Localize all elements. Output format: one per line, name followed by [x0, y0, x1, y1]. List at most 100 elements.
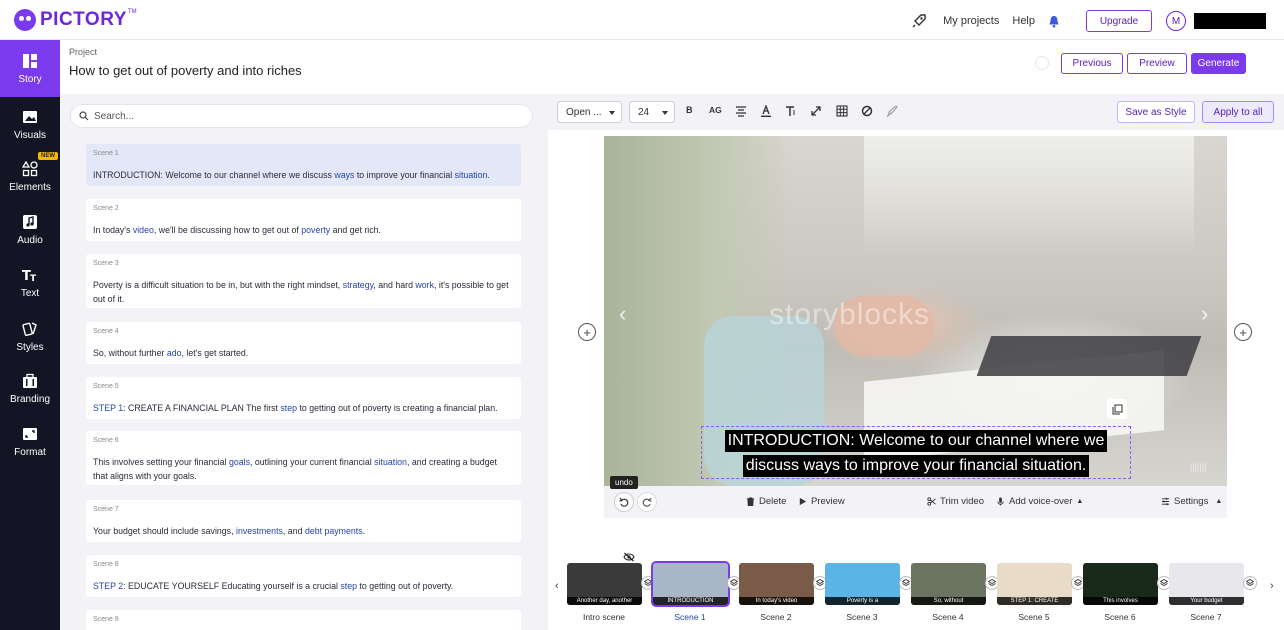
scene-text-segment: Your budget should include savings, — [93, 526, 236, 536]
font-family-select[interactable]: Open ... — [557, 101, 622, 123]
timeline-thumbnail[interactable]: This involves — [1083, 563, 1158, 605]
sidebar-item-label: Branding — [9, 394, 51, 405]
timeline-label[interactable]: Scene 3 — [822, 612, 902, 622]
timeline-thumbnail[interactable]: STEP 1: CREATE — [997, 563, 1072, 605]
search-input[interactable] — [94, 110, 514, 122]
next-scene-arrow-icon[interactable]: › — [1201, 301, 1208, 327]
copy-icon[interactable] — [1107, 399, 1127, 419]
scene-card[interactable]: Scene 1 INTRODUCTION: Welcome to our chan… — [86, 144, 521, 186]
align-center-icon[interactable] — [735, 105, 747, 117]
timeline-thumbnail[interactable]: In today's video — [739, 563, 814, 605]
timeline-label[interactable]: Scene 4 — [908, 612, 988, 622]
scene-text[interactable]: STEP 2: EDUCATE YOURSELF Educating yours… — [93, 579, 513, 593]
add-scene-after-button[interactable]: + — [1234, 323, 1252, 341]
timeline-left-arrow-icon[interactable]: ‹ — [555, 580, 559, 592]
scene-number: Scene 9 — [93, 616, 119, 623]
scene-text[interactable]: In today's video, we'll be discussing ho… — [93, 223, 513, 237]
text-color-icon[interactable] — [760, 105, 772, 117]
effects-icon[interactable] — [861, 105, 873, 117]
scene-card[interactable]: Scene 7 Your budget should include saving… — [86, 500, 521, 542]
generate-button[interactable]: Generate — [1191, 53, 1246, 74]
scene-card[interactable]: Scene 5 STEP 1: CREATE A FINANCIAL PLAN T… — [86, 377, 521, 419]
project-title[interactable]: How to get out of poverty and into riche… — [69, 63, 302, 78]
avatar[interactable]: M — [1166, 11, 1186, 31]
bell-icon[interactable] — [1048, 15, 1060, 28]
timeline-thumbnail[interactable]: Another day, another — [567, 563, 642, 605]
bold-button[interactable]: B — [686, 105, 693, 115]
font-size-value: 24 — [638, 106, 650, 118]
scene-text[interactable]: STEP 1: CREATE A FINANCIAL PLAN The firs… — [93, 401, 513, 415]
timeline-right-arrow-icon[interactable]: › — [1270, 580, 1274, 592]
scene-text[interactable]: INTRODUCTION: Welcome to our channel whe… — [93, 168, 513, 182]
previous-button[interactable]: Previous — [1061, 53, 1123, 74]
add-voice-over-button[interactable]: Add voice-over ▲ — [996, 496, 1083, 507]
sidebar-item-branding[interactable]: Branding — [0, 364, 60, 414]
editor-area: Open ... 24 B AG Save as Style Apply to … — [548, 94, 1284, 630]
timeline-thumbnail[interactable]: Poverty is a — [825, 563, 900, 605]
video-preview[interactable]: storyblocks ‹ › INTRODUCTION: Welcome to… — [604, 136, 1227, 486]
scene-text[interactable]: Your budget should include savings, inve… — [93, 524, 513, 538]
brush-icon[interactable] — [886, 105, 898, 117]
scene-card[interactable]: Scene 8 STEP 2: EDUCATE YOURSELF Educatin… — [86, 555, 521, 597]
preview-scene-button[interactable]: Preview — [798, 496, 845, 507]
preview-label: Preview — [811, 496, 845, 507]
resize-icon[interactable] — [810, 105, 822, 117]
preview-button[interactable]: Preview — [1127, 53, 1187, 74]
save-as-style-button[interactable]: Save as Style — [1117, 101, 1195, 123]
timeline-label[interactable]: Scene 2 — [736, 612, 816, 622]
text-style-icon[interactable] — [785, 105, 797, 117]
sidebar-item-story[interactable]: Story — [0, 40, 60, 97]
timeline-label[interactable]: Scene 6 — [1080, 612, 1160, 622]
video-background — [976, 336, 1202, 376]
sidebar-item-text[interactable]: TT Text — [0, 258, 60, 308]
thumbnail-caption: In today's video — [739, 597, 814, 605]
font-size-select[interactable]: 24 — [629, 101, 675, 123]
timeline-thumbnail[interactable]: INTRODUCTION — [651, 561, 730, 607]
scene-number: Scene 5 — [93, 383, 119, 390]
timeline-label[interactable]: Intro scene — [564, 612, 644, 622]
rocket-icon[interactable] — [911, 13, 927, 29]
my-projects-link[interactable]: My projects — [943, 15, 999, 27]
timeline-label[interactable]: Scene 1 — [650, 612, 730, 622]
upgrade-button[interactable]: Upgrade — [1086, 10, 1152, 32]
scene-card[interactable]: Scene 3 Poverty is a difficult situation … — [86, 254, 521, 308]
redo-button[interactable] — [637, 492, 657, 512]
timeline-label[interactable]: Scene 5 — [994, 612, 1074, 622]
sidebar-item-format[interactable]: Format — [0, 417, 60, 467]
scene-card[interactable]: Scene 4 So, without further ado, let's ge… — [86, 322, 521, 364]
project-label: Project — [69, 47, 98, 57]
prev-scene-arrow-icon[interactable]: ‹ — [619, 301, 626, 327]
timeline-thumbnail[interactable]: So, without — [911, 563, 986, 605]
scene-number: Scene 7 — [93, 506, 119, 513]
sidebar-item-styles[interactable]: Styles — [0, 312, 60, 362]
undo-button[interactable] — [614, 492, 634, 512]
scene-card[interactable]: Scene 2 In today's video, we'll be discus… — [86, 199, 521, 241]
keyword-highlight: ways — [334, 170, 355, 180]
sidebar-item-elements[interactable]: NEW Elements — [0, 152, 60, 202]
scene-text[interactable]: This involves setting your financial goa… — [93, 455, 513, 483]
trim-video-button[interactable]: Trim video — [927, 496, 984, 507]
sidebar-item-audio[interactable]: Audio — [0, 205, 60, 255]
scene-text[interactable]: Poverty is a difficult situation to be i… — [93, 278, 513, 306]
search-box[interactable] — [70, 104, 533, 128]
delete-button[interactable]: Delete — [746, 496, 786, 507]
scene-card[interactable]: Scene 6 This involves setting your financ… — [86, 431, 521, 485]
grid-icon[interactable] — [836, 105, 848, 117]
apply-to-all-button[interactable]: Apply to all — [1202, 101, 1274, 123]
sidebar-item-label: Text — [20, 288, 40, 299]
settings-button[interactable]: Settings ▲ — [1161, 496, 1222, 507]
timeline-thumbnail[interactable]: Your budget — [1169, 563, 1244, 605]
layers-icon[interactable] — [1243, 576, 1257, 590]
chevron-down-icon — [609, 111, 615, 115]
add-scene-before-button[interactable]: + — [578, 323, 596, 341]
timeline-label[interactable]: Scene 7 — [1166, 612, 1246, 622]
caption-text-box[interactable]: INTRODUCTION: Welcome to our channel whe… — [701, 426, 1131, 479]
hidden-eye-icon[interactable] — [623, 552, 635, 562]
scene-card[interactable]: Scene 9 — [86, 610, 521, 630]
scissors-icon — [927, 497, 936, 506]
sidebar-item-visuals[interactable]: Visuals — [0, 100, 60, 150]
scene-text[interactable]: So, without further ado, let's get start… — [93, 346, 513, 360]
help-link[interactable]: Help — [1012, 15, 1035, 27]
pictory-logo[interactable]: PICTORY TM — [14, 9, 137, 31]
uppercase-button[interactable]: AG — [709, 105, 722, 115]
